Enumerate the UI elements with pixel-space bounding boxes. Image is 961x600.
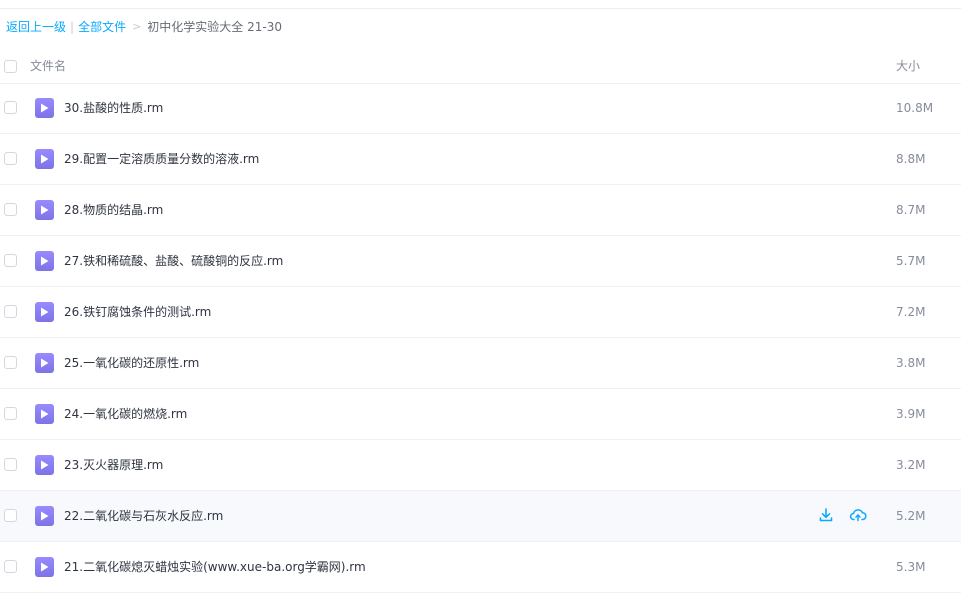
back-link[interactable]: 返回上一级 xyxy=(6,18,66,36)
video-file-icon xyxy=(35,404,54,424)
file-row[interactable]: 27.铁和稀硫酸、盐酸、硫酸铜的反应.rm 5.7M xyxy=(0,236,961,287)
row-checkbox[interactable] xyxy=(4,560,17,573)
video-file-icon xyxy=(35,200,54,220)
video-file-icon xyxy=(35,455,54,475)
breadcrumb: 返回上一级 | 全部文件 > 初中化学实验大全 21-30 xyxy=(6,18,282,36)
row-checkbox[interactable] xyxy=(4,101,17,114)
file-name[interactable]: 29.配置一定溶质质量分数的溶液.rm xyxy=(64,151,259,167)
current-folder-name: 初中化学实验大全 21-30 xyxy=(147,20,282,34)
file-list: 30.盐酸的性质.rm 10.8M 29.配置一定溶质质量分数的溶液.rm 8.… xyxy=(0,83,961,593)
row-checkbox[interactable] xyxy=(4,458,17,471)
file-row-hovered[interactable]: 22.二氧化碳与石灰水反应.rm 5.2M xyxy=(0,491,961,542)
video-file-icon xyxy=(35,506,54,526)
column-header-name[interactable]: 文件名 xyxy=(30,57,66,74)
select-all-checkbox[interactable] xyxy=(4,60,17,73)
file-name[interactable]: 22.二氧化碳与石灰水反应.rm xyxy=(64,508,223,524)
file-name[interactable]: 27.铁和稀硫酸、盐酸、硫酸铜的反应.rm xyxy=(64,253,283,269)
file-name[interactable]: 26.铁钉腐蚀条件的测试.rm xyxy=(64,304,211,320)
video-file-icon xyxy=(35,557,54,577)
file-list-header: 文件名 大小 xyxy=(0,48,961,84)
video-file-icon xyxy=(35,149,54,169)
file-size: 8.8M xyxy=(896,152,926,166)
file-size: 8.7M xyxy=(896,203,926,217)
all-files-link[interactable]: 全部文件 xyxy=(78,18,126,36)
row-checkbox[interactable] xyxy=(4,203,17,216)
file-row[interactable]: 21.二氧化碳熄灭蜡烛实验(www.xue-ba.org学霸网).rm 5.3M xyxy=(0,542,961,593)
file-row[interactable]: 26.铁钉腐蚀条件的测试.rm 7.2M xyxy=(0,287,961,338)
file-row[interactable]: 29.配置一定溶质质量分数的溶液.rm 8.8M xyxy=(0,134,961,185)
file-size: 3.9M xyxy=(896,407,926,421)
video-file-icon xyxy=(35,98,54,118)
file-name[interactable]: 30.盐酸的性质.rm xyxy=(64,100,163,116)
file-row[interactable]: 30.盐酸的性质.rm 10.8M xyxy=(0,83,961,134)
column-header-size[interactable]: 大小 xyxy=(896,57,920,74)
video-file-icon xyxy=(35,353,54,373)
file-row[interactable]: 24.一氧化碳的燃烧.rm 3.9M xyxy=(0,389,961,440)
file-size: 3.8M xyxy=(896,356,926,370)
download-icon[interactable] xyxy=(817,506,835,524)
file-size: 10.8M xyxy=(896,101,934,115)
row-checkbox[interactable] xyxy=(4,254,17,267)
file-name[interactable]: 23.灭火器原理.rm xyxy=(64,457,163,473)
file-size: 3.2M xyxy=(896,458,926,472)
row-checkbox[interactable] xyxy=(4,356,17,369)
row-checkbox[interactable] xyxy=(4,407,17,420)
file-size: 5.2M xyxy=(896,509,926,523)
row-checkbox[interactable] xyxy=(4,152,17,165)
file-row[interactable]: 23.灭火器原理.rm 3.2M xyxy=(0,440,961,491)
breadcrumb-arrow: > xyxy=(132,20,142,33)
file-name[interactable]: 25.一氧化碳的还原性.rm xyxy=(64,355,199,371)
file-name[interactable]: 28.物质的结晶.rm xyxy=(64,202,163,218)
file-row[interactable]: 25.一氧化碳的还原性.rm 3.8M xyxy=(0,338,961,389)
file-size: 5.7M xyxy=(896,254,926,268)
video-file-icon xyxy=(35,302,54,322)
file-name[interactable]: 24.一氧化碳的燃烧.rm xyxy=(64,406,187,422)
top-toolbar-edge xyxy=(0,0,961,9)
breadcrumb-divider: | xyxy=(70,20,75,34)
row-checkbox[interactable] xyxy=(4,305,17,318)
file-size: 7.2M xyxy=(896,305,926,319)
video-file-icon xyxy=(35,251,54,271)
cloud-upload-icon[interactable] xyxy=(849,506,867,524)
file-row[interactable]: 28.物质的结晶.rm 8.7M xyxy=(0,185,961,236)
row-checkbox[interactable] xyxy=(4,509,17,522)
file-size: 5.3M xyxy=(896,560,926,574)
file-name[interactable]: 21.二氧化碳熄灭蜡烛实验(www.xue-ba.org学霸网).rm xyxy=(64,559,366,575)
